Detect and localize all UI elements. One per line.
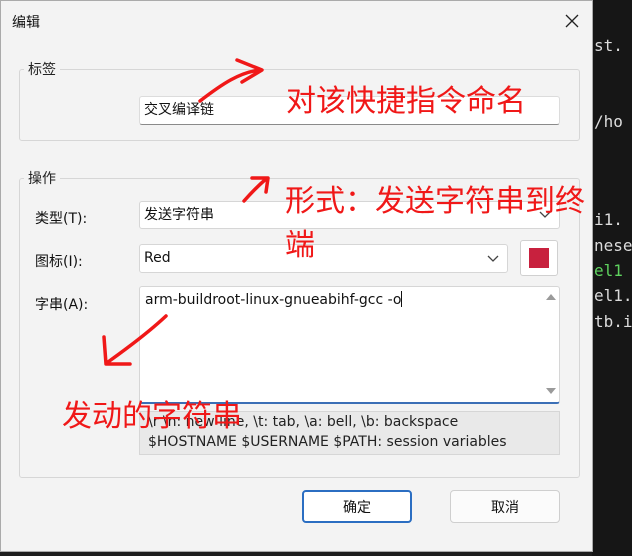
arrow-to-label-field [198,58,264,103]
annotation-triggered-string: 发动的字符串 [62,399,242,434]
annotation-name-shortcut: 对该快捷指令命名 [286,84,526,119]
arrow-to-string-field [102,314,168,366]
annotation-send-string: 形式：发送字符串到终 [285,184,585,219]
annotation-send-string-2: 端 [285,228,315,263]
arrow-to-type-field [242,176,270,203]
